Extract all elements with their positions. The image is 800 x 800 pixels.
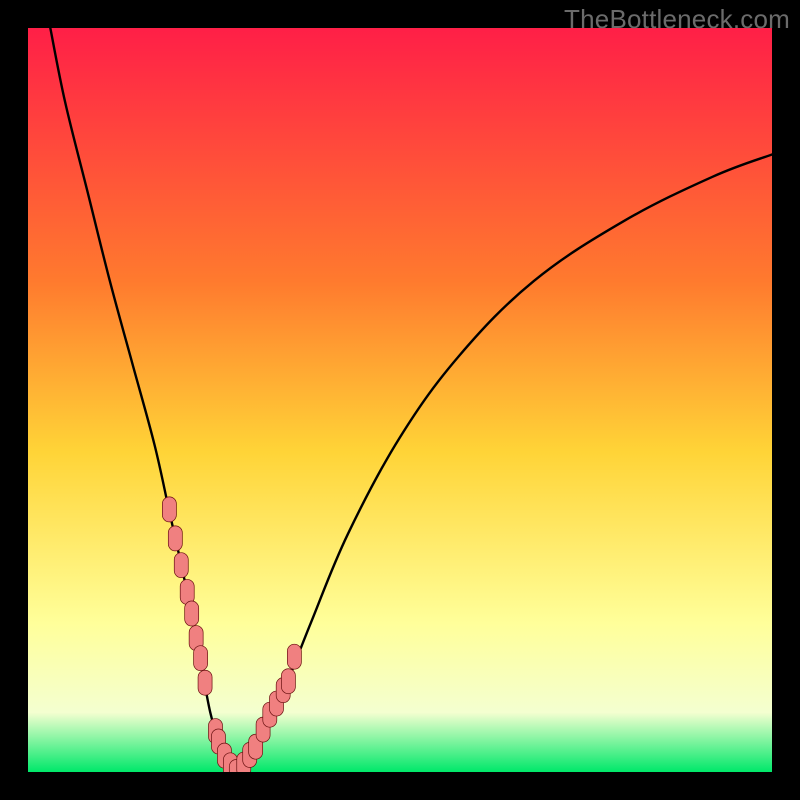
plot-area bbox=[28, 28, 772, 772]
data-marker bbox=[174, 553, 188, 578]
chart-frame: TheBottleneck.com bbox=[0, 0, 800, 800]
data-marker bbox=[162, 497, 176, 522]
watermark-text: TheBottleneck.com bbox=[564, 4, 790, 35]
curve-right-branch bbox=[236, 154, 772, 772]
marker-layer bbox=[162, 497, 301, 772]
chart-svg bbox=[28, 28, 772, 772]
data-marker bbox=[281, 669, 295, 694]
curve-left-branch bbox=[50, 28, 236, 772]
data-marker bbox=[198, 670, 212, 695]
data-marker bbox=[194, 646, 208, 671]
data-marker bbox=[168, 526, 182, 551]
data-marker bbox=[185, 601, 199, 626]
data-marker bbox=[287, 644, 301, 669]
